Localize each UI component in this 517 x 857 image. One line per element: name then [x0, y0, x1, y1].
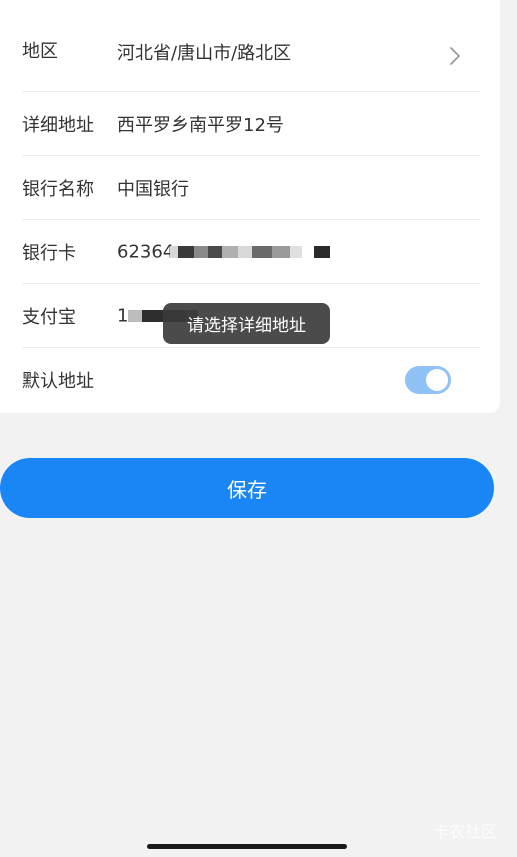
- bank-name-row[interactable]: 银行名称 中国银行: [0, 156, 480, 220]
- default-address-toggle[interactable]: [405, 366, 451, 394]
- address-input[interactable]: 西平罗乡南平罗12号: [117, 111, 284, 137]
- watermark: 卡农社区: [432, 822, 497, 841]
- bank-card-label: 银行卡: [22, 243, 76, 264]
- address-form-card: 地区 河北省/唐山市/路北区 详细地址 西平罗乡南平罗12号 银行名称 中国银行…: [0, 0, 500, 413]
- bank-card-input[interactable]: 62364: [117, 242, 174, 263]
- chevron-right-icon: [450, 47, 460, 65]
- address-row[interactable]: 详细地址 西平罗乡南平罗12号: [0, 92, 480, 156]
- toggle-knob: [426, 369, 448, 391]
- save-button[interactable]: 保存: [0, 458, 494, 518]
- alipay-input[interactable]: 1: [117, 306, 128, 327]
- region-label: 地区: [22, 41, 58, 62]
- home-indicator[interactable]: [147, 844, 347, 849]
- toast-message: 请选择详细地址: [163, 303, 330, 344]
- bank-name-input[interactable]: 中国银行: [117, 175, 189, 201]
- region-row[interactable]: 地区 河北省/唐山市/路北区: [0, 22, 480, 92]
- bank-card-row[interactable]: 银行卡 62364: [0, 220, 480, 284]
- default-address-row: 默认地址: [0, 348, 480, 412]
- address-label: 详细地址: [22, 115, 94, 136]
- bank-card-redaction: [170, 245, 330, 259]
- alipay-label: 支付宝: [22, 307, 76, 328]
- bank-name-label: 银行名称: [22, 179, 94, 200]
- region-value: 河北省/唐山市/路北区: [117, 43, 292, 64]
- default-address-label: 默认地址: [22, 371, 94, 392]
